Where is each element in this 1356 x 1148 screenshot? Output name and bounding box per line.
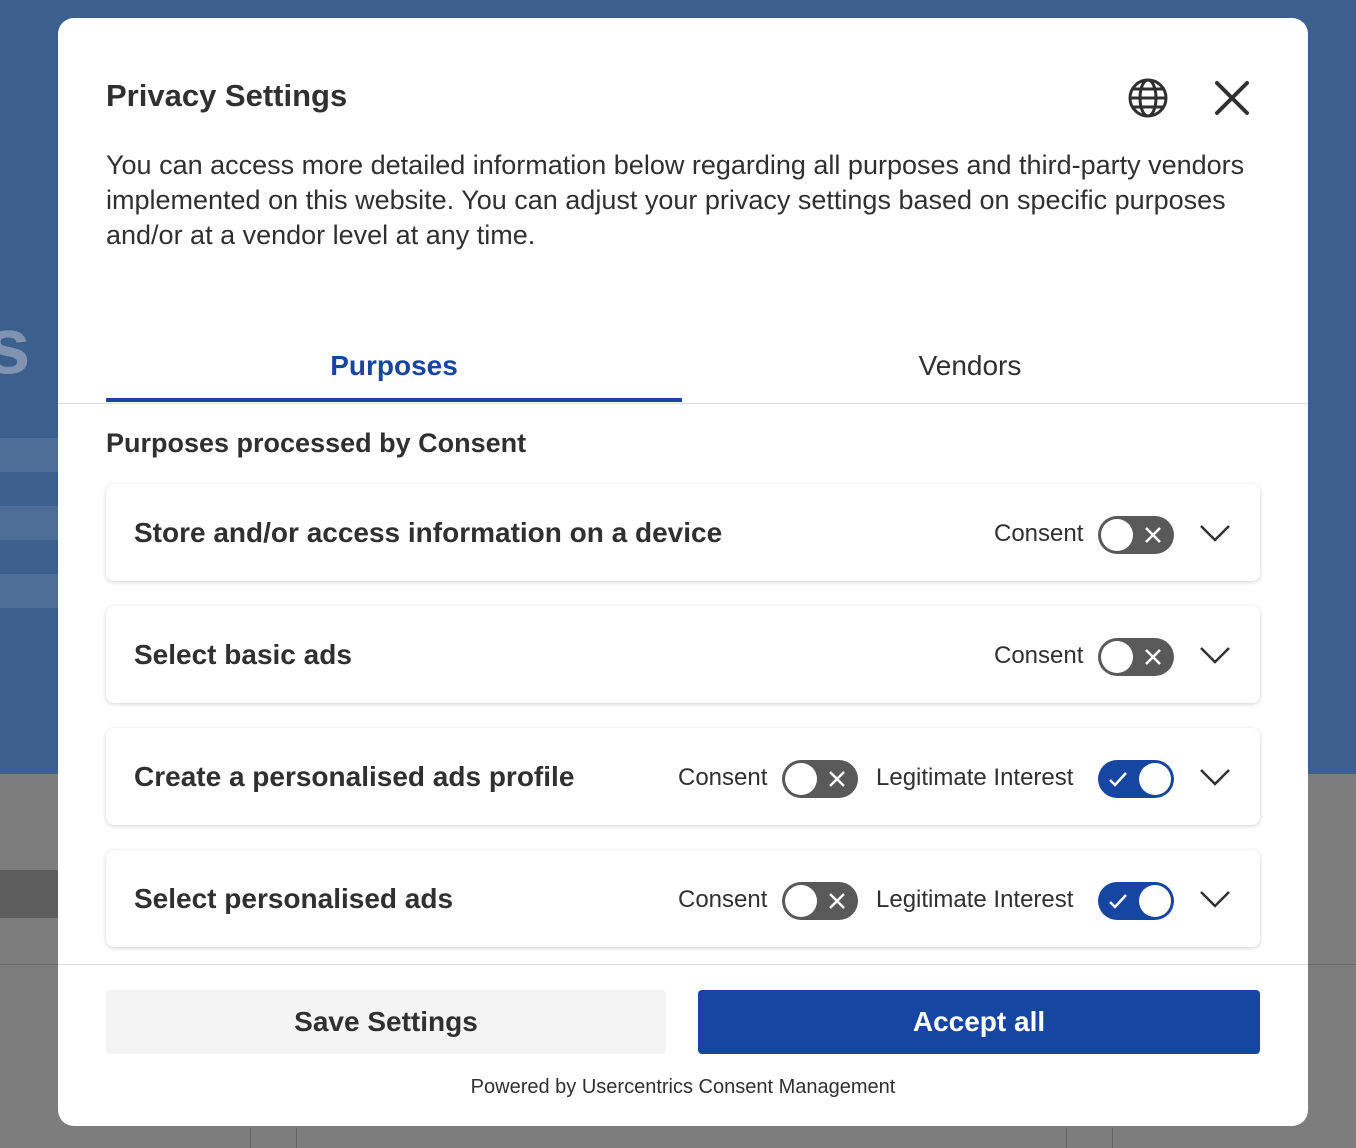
consent-label: Consent: [678, 886, 768, 913]
privacy-settings-dialog: Privacy Settings You can access more det…: [58, 18, 1308, 1126]
purpose-title: Store and/or access information on a dev…: [134, 517, 723, 548]
toggle-knob: [1139, 885, 1171, 917]
chevron-down-icon[interactable]: [1198, 520, 1232, 546]
consent-toggle[interactable]: [782, 882, 858, 920]
section-title: Purposes processed by Consent: [106, 428, 527, 458]
x-icon: [1145, 649, 1161, 665]
check-icon: [1109, 772, 1127, 787]
tab-bar: Purposes Vendors: [58, 340, 1308, 404]
x-icon: [829, 771, 845, 787]
purpose-card-store-access: Store and/or access information on a dev…: [106, 484, 1260, 581]
toggle-knob: [1139, 763, 1171, 795]
purpose-card-personalised-ads: Select personalised ads Consent Legitima…: [106, 850, 1260, 947]
x-icon: [829, 893, 845, 909]
tab-purposes[interactable]: Purposes: [106, 340, 682, 402]
legitimate-interest-label: Legitimate Interest: [876, 764, 1074, 791]
chevron-down-icon[interactable]: [1198, 764, 1232, 790]
consent-toggle[interactable]: [782, 760, 858, 798]
tab-vendors[interactable]: Vendors: [682, 340, 1258, 404]
close-button[interactable]: [1208, 74, 1256, 122]
purpose-title: Select basic ads: [134, 639, 352, 670]
background-divider: [1112, 1128, 1113, 1148]
background-divider: [1066, 1128, 1067, 1148]
globe-icon: [1128, 78, 1168, 118]
consent-label: Consent: [994, 520, 1084, 547]
chevron-down-icon[interactable]: [1198, 642, 1232, 668]
check-icon: [1109, 894, 1127, 909]
purpose-card-personalised-ads-profile: Create a personalised ads profile Consen…: [106, 728, 1260, 825]
toggle-knob: [1101, 641, 1133, 673]
language-button[interactable]: [1124, 74, 1172, 122]
accept-all-button[interactable]: Accept all: [698, 990, 1260, 1054]
background-divider: [250, 1128, 251, 1148]
consent-toggle[interactable]: [1098, 638, 1174, 676]
chevron-down-icon[interactable]: [1198, 886, 1232, 912]
dialog-title: Privacy Settings: [106, 78, 348, 113]
powered-by-text: Powered by Usercentrics Consent Manageme…: [470, 1076, 896, 1098]
legitimate-interest-toggle[interactable]: [1098, 882, 1174, 920]
legitimate-interest-label: Legitimate Interest: [876, 886, 1074, 913]
footer-divider: [58, 964, 1308, 965]
x-icon: [1145, 527, 1161, 543]
purpose-title: Select personalised ads: [134, 883, 454, 914]
legitimate-interest-toggle[interactable]: [1098, 760, 1174, 798]
dialog-description: You can access more detailed information…: [106, 150, 1245, 250]
consent-toggle[interactable]: [1098, 516, 1174, 554]
toggle-knob: [1101, 519, 1133, 551]
background-divider: [296, 1128, 297, 1148]
purpose-title: Create a personalised ads profile: [134, 761, 575, 792]
purpose-card-basic-ads: Select basic ads Consent: [106, 606, 1260, 703]
consent-label: Consent: [678, 764, 768, 791]
toggle-knob: [785, 763, 817, 795]
close-icon: [1215, 81, 1249, 115]
background-text: s: [0, 301, 31, 390]
toggle-knob: [785, 885, 817, 917]
consent-label: Consent: [994, 642, 1084, 669]
save-settings-button[interactable]: Save Settings: [106, 990, 666, 1054]
